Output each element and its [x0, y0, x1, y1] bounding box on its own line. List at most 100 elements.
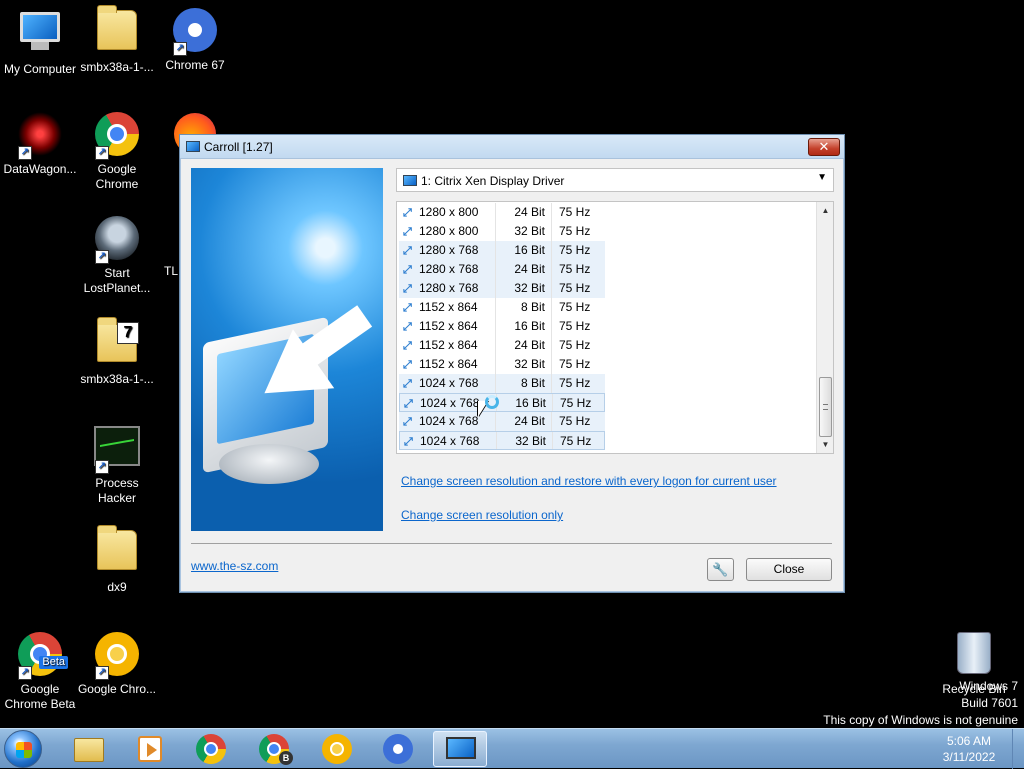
shortcut-arrow-icon: ↗: [18, 666, 32, 680]
resolution-value: 1152 x 864: [419, 319, 478, 333]
scroll-down-arrow-icon[interactable]: ▼: [817, 436, 833, 453]
close-button[interactable]: Close: [746, 558, 832, 581]
computer-icon: [16, 12, 64, 60]
desktop-icon-label: Start LostPlanet...: [83, 266, 151, 295]
resize-icon: ⤢: [403, 245, 412, 257]
system-clock[interactable]: 5:06 AM 3/11/2022: [934, 733, 1004, 765]
desktop-icon-google-chrome-canary[interactable]: ↗ Google Chro...: [77, 630, 157, 697]
refresh-rate-value: 75 Hz: [560, 434, 592, 448]
resize-icon: ⤢: [403, 207, 412, 219]
desktop-icon-chrome-67[interactable]: ↗ Chrome 67: [155, 6, 235, 73]
shortcut-arrow-icon: ↗: [95, 460, 109, 474]
taskbar-item-chrome-67[interactable]: [371, 731, 425, 767]
resize-icon: ⤢: [404, 436, 413, 448]
google-chrome-icon: [196, 734, 226, 764]
settings-button[interactable]: 🔧: [707, 558, 734, 581]
monitor-icon: [403, 175, 417, 186]
folder-icon: [93, 525, 141, 578]
desktop-icon-label: DataWagon...: [3, 162, 77, 176]
busy-spinner-icon: [485, 395, 499, 409]
desktop-icon-label: smbx38a-1-...: [80, 372, 154, 386]
resolution-row[interactable]: ⤢ 1024 x 768 24 Bit 75 Hz: [399, 412, 605, 431]
change-resolution-only-link[interactable]: Change screen resolution only: [401, 508, 563, 522]
shortcut-arrow-icon: ↗: [95, 146, 109, 160]
google-chrome-canary-icon: [322, 734, 352, 764]
desktop-icon-smbx-folder[interactable]: smbx38a-1-...: [77, 5, 157, 75]
desktop-icon-dx9[interactable]: dx9: [77, 525, 157, 595]
resolution-row[interactable]: ⤢ 1024 x 768 16 Bit 75 Hz: [399, 393, 605, 412]
scroll-up-arrow-icon[interactable]: ▲: [817, 202, 833, 219]
shortcut-arrow-icon: ↗: [173, 42, 187, 56]
recycle-bin-icon: [950, 632, 998, 680]
resolution-row[interactable]: ⤢ 1152 x 864 16 Bit 75 Hz: [399, 317, 605, 336]
show-desktop-button[interactable]: [1012, 729, 1024, 769]
chrome-67-icon: [383, 734, 413, 764]
resolution-row[interactable]: ⤢ 1152 x 864 8 Bit 75 Hz: [399, 298, 605, 317]
desktop-icon-smbx-archive[interactable]: 7 smbx38a-1-...: [77, 317, 157, 387]
clock-date: 3/11/2022: [942, 750, 996, 764]
color-depth-value: 24 Bit: [514, 262, 545, 276]
desktop-icon-google-chrome-beta[interactable]: Beta ↗ Google Chrome Beta: [0, 630, 80, 712]
resolution-row[interactable]: ⤢ 1024 x 768 8 Bit 75 Hz: [399, 374, 605, 393]
taskbar-item-carroll[interactable]: [433, 731, 487, 767]
resolution-row[interactable]: ⤢ 1280 x 800 24 Bit 75 Hz: [399, 203, 605, 222]
resolution-row[interactable]: ⤢ 1024 x 768 32 Bit 75 Hz: [399, 431, 605, 450]
shortcut-arrow-icon: ↗: [95, 250, 109, 264]
taskbar-item-media-player[interactable]: [123, 731, 177, 767]
color-depth-value: 16 Bit: [514, 243, 545, 257]
resolution-value: 1280 x 800: [419, 205, 479, 219]
color-depth-value: 32 Bit: [515, 434, 546, 448]
monitor-icon: [446, 737, 476, 759]
color-depth-value: 24 Bit: [514, 414, 545, 428]
resize-icon: ⤢: [403, 340, 412, 352]
resolution-value: 1280 x 768: [419, 281, 479, 295]
color-depth-value: 32 Bit: [514, 224, 545, 238]
clock-time: 5:06 AM: [946, 734, 992, 748]
website-link[interactable]: www.the-sz.com: [191, 559, 278, 573]
desktop-icon-label: Google Chrome: [95, 162, 139, 191]
desktop-icon-label: smbx38a-1-...: [80, 60, 154, 74]
color-depth-value: 32 Bit: [514, 357, 545, 371]
resolution-row[interactable]: ⤢ 1280 x 768 32 Bit 75 Hz: [399, 279, 605, 298]
resolution-list[interactable]: ⤢ 1024 x 768 32 Bit 75 Hz ⤢ 1024 x 768 24 Bit 7…: [396, 201, 834, 454]
resize-icon: ⤢: [403, 416, 412, 428]
taskbar-item-explorer[interactable]: [62, 731, 116, 767]
resolution-value: 1152 x 864: [419, 357, 478, 371]
datawagon-icon: ↗: [16, 112, 64, 160]
resolution-row[interactable]: ⤢ 1152 x 864 24 Bit 75 Hz: [399, 336, 605, 355]
color-depth-value: 24 Bit: [514, 338, 545, 352]
desktop-icon-datawagon[interactable]: ↗ DataWagon...: [0, 110, 80, 177]
resolution-row[interactable]: ⤢ 1152 x 864 32 Bit 75 Hz: [399, 355, 605, 374]
taskbar-item-chrome[interactable]: [184, 731, 238, 767]
google-chrome-beta-icon: Beta ↗: [16, 632, 68, 680]
list-scrollbar[interactable]: ▲ ▼: [816, 202, 833, 453]
google-chrome-icon: ↗: [93, 112, 141, 160]
resolution-row[interactable]: ⤢ 1280 x 768 16 Bit 75 Hz: [399, 241, 605, 260]
desktop-icon-label: dx9: [107, 580, 127, 594]
desktop-icon-process-hacker[interactable]: ↗ Process Hacker: [77, 422, 157, 506]
taskbar-item-chrome-beta[interactable]: B: [247, 731, 301, 767]
start-button[interactable]: [4, 730, 42, 768]
desktop-icon-google-chrome[interactable]: ↗ Google Chrome: [77, 110, 157, 192]
desktop-icon-label: Chrome 67: [165, 58, 225, 72]
taskbar-item-chrome-canary[interactable]: [310, 731, 364, 767]
refresh-rate-value: 75 Hz: [559, 357, 591, 371]
refresh-rate-value: 75 Hz: [559, 300, 591, 314]
google-chrome-canary-icon: ↗: [93, 632, 141, 680]
resolution-row[interactable]: ⤢ 1280 x 768 24 Bit 75 Hz: [399, 260, 605, 279]
window-close-button[interactable]: ✕: [808, 138, 840, 156]
change-resolution-persist-link[interactable]: Change screen resolution and restore wit…: [401, 474, 777, 488]
resize-icon: ⤢: [403, 359, 412, 371]
refresh-rate-value: 75 Hz: [559, 205, 591, 219]
desktop-icon-tl[interactable]: TL: [158, 214, 180, 279]
display-driver-select[interactable]: 1: Citrix Xen Display Driver ▼: [396, 168, 834, 192]
resize-icon: ⤢: [403, 283, 412, 295]
desktop-icon-start-lostplanet[interactable]: ↗ Start LostPlanet...: [77, 214, 157, 296]
window-titlebar[interactable]: Carroll [1.27] ✕: [180, 135, 844, 159]
resolution-row[interactable]: ⤢ 1280 x 800 32 Bit 75 Hz: [399, 222, 605, 241]
scroll-thumb[interactable]: [819, 377, 832, 437]
desktop-icon-my-computer[interactable]: My Computer: [0, 6, 80, 77]
folder-icon: [74, 738, 104, 762]
media-player-icon: [138, 736, 162, 762]
resolution-value: 1280 x 768: [419, 243, 479, 257]
